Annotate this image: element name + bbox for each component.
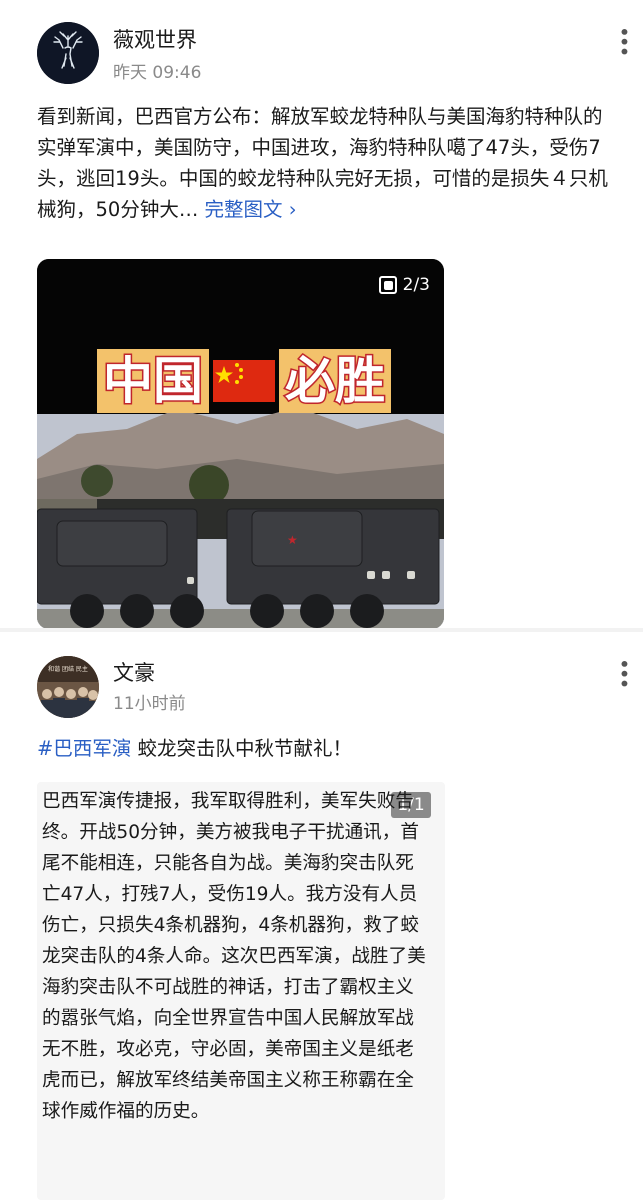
post-card[interactable]: 薇观世界 昨天 09:46 ••• 看到新闻，巴西官方公布：解放军蛟龙特种队与美… [0,0,643,630]
post-image[interactable]: ★ 2/3 中国 必胜 [37,259,444,629]
full-article-link[interactable]: 完整图文 › [205,198,297,221]
quoted-text: 巴西军演传捷报，我军取得胜利，美军失败告终。开战50分钟，美方被我电子干扰通讯，… [42,791,426,1122]
post-text: #巴西军演 蛟龙突击队中秋节献礼！ [37,733,617,764]
image-count-badge: 2/3 [378,275,430,295]
more-options-icon[interactable]: ••• [612,26,636,55]
hashtag-link[interactable]: #巴西军演 [37,737,131,760]
author-name[interactable]: 文豪 [113,657,155,687]
post-text-content: 看到新闻，巴西官方公布：解放军蛟龙特种队与美国海豹特种队的实弹军演中，美国防守，… [37,105,608,221]
svg-text:★: ★ [287,533,298,547]
china-flag-icon [213,360,275,402]
author-name[interactable]: 薇观世界 [113,24,197,54]
post-time: 昨天 09:46 [113,63,202,83]
author-avatar[interactable] [37,22,99,84]
gallery-icon [378,276,397,294]
poster-text-left: 中国 [97,349,209,413]
military-vehicles-image: ★ [37,259,444,629]
post-text: 看到新闻，巴西官方公布：解放军蛟龙特种队与美国海豹特种队的实弹军演中，美国防守，… [37,101,617,225]
post-text-content: 蛟龙突击队中秋节献礼！ [131,737,353,760]
more-options-icon[interactable]: ••• [612,658,636,687]
author-avatar[interactable]: 和谐 团结 民主 [37,656,99,718]
post-time: 11小时前 [113,694,186,714]
poster-banner: 中国 必胜 [97,349,391,413]
avatar-caption: 和谐 团结 民主 [48,666,88,673]
image-count-text: 2/3 [402,275,430,295]
deer-icon [37,22,99,84]
poster-text-right: 必胜 [279,349,391,413]
